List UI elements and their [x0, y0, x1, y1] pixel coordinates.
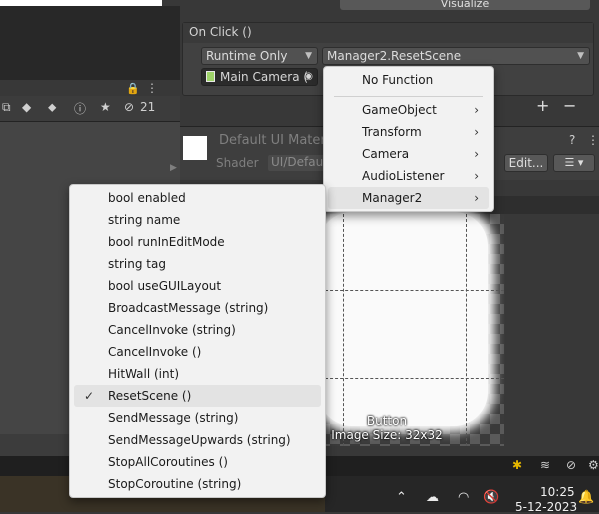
gizmo-icon[interactable]: ⧉: [2, 100, 11, 115]
more-options-icon[interactable]: ⋮: [146, 81, 158, 95]
chevron-up-icon[interactable]: ⌃: [396, 490, 407, 505]
script-file-icon: [206, 71, 215, 82]
runtime-only-dropdown[interactable]: Runtime Only ▼: [201, 47, 318, 65]
menu-item-broadcastmessage[interactable]: BroadcastMessage (string): [74, 297, 321, 319]
shader-options-button[interactable]: ☰ ▾: [553, 154, 595, 172]
menu-item-cancelinvoke[interactable]: CancelInvoke (): [74, 341, 321, 363]
target-object-label: Main Camera (: [220, 70, 309, 84]
info-icon[interactable]: ⓘ: [74, 100, 86, 117]
menu-item-label: string tag: [108, 257, 166, 271]
component-menu: No Function GameObject › Transform › Cam…: [323, 66, 494, 212]
help-icon[interactable]: ?: [569, 133, 575, 147]
menu-item-label: CancelInvoke (string): [108, 323, 236, 337]
menu-item-audiolistener[interactable]: AudioListener ›: [328, 165, 489, 187]
speaker-muted-icon[interactable]: 🔇: [483, 490, 499, 505]
chevron-right-icon: ›: [474, 147, 479, 161]
shader-label: Shader: [216, 156, 259, 170]
target-object-field[interactable]: Main Camera ( ◉: [201, 68, 318, 86]
menu-item-resetscene[interactable]: ✓ ResetScene (): [74, 385, 321, 407]
scene-toolbar: ⧉ ◆ ⬥ ⓘ ★ ⊘ 21: [0, 96, 180, 122]
menu-item-string-tag[interactable]: string tag: [74, 253, 321, 275]
menu-item-label: string name: [108, 213, 181, 227]
shapes-icon[interactable]: ◆: [22, 100, 31, 114]
chevron-right-icon: ›: [474, 125, 479, 139]
material-name: Default UI Mater: [219, 133, 326, 148]
menu-item-bool-useguilayout[interactable]: bool useGUILayout: [74, 275, 321, 297]
lock-icon[interactable]: 🔒: [126, 82, 140, 95]
menu-item-manager2[interactable]: Manager2 ›: [328, 187, 489, 209]
more-options-icon[interactable]: ⋮: [587, 133, 599, 147]
chevron-right-icon: ›: [474, 169, 479, 183]
menu-item-label: SendMessage (string): [108, 411, 239, 425]
slice-guide: [466, 214, 467, 446]
remove-event-button[interactable]: −: [563, 96, 576, 115]
menu-item-camera[interactable]: Camera ›: [328, 143, 489, 165]
function-menu: bool enabled string name bool runInEditM…: [69, 184, 326, 498]
material-thumbnail: [183, 136, 207, 160]
menu-item-label: bool useGUILayout: [108, 279, 222, 293]
top-left-panel: [0, 6, 180, 80]
menu-item-label: AudioListener: [362, 169, 445, 183]
menu-item-bool-runineditmode[interactable]: bool runInEditMode: [74, 231, 321, 253]
eye-hidden-icon[interactable]: ⊘: [124, 100, 134, 114]
wifi-icon[interactable]: ◠: [458, 490, 469, 505]
hidden-count: 21: [140, 100, 156, 114]
on-click-header: On Click (): [183, 23, 593, 43]
foldout-arrow-icon[interactable]: ▶: [170, 163, 177, 173]
menu-item-bool-enabled[interactable]: bool enabled: [74, 187, 321, 209]
star-icon[interactable]: ★: [100, 100, 111, 114]
menu-item-label: HitWall (int): [108, 367, 180, 381]
chevron-down-icon: ▼: [577, 51, 584, 61]
menu-item-label: Transform: [362, 125, 422, 139]
menu-item-no-function[interactable]: No Function: [328, 69, 489, 91]
menu-item-label: Camera: [362, 147, 410, 161]
hidden-icon[interactable]: ⊘: [566, 458, 576, 472]
menu-item-label: No Function: [362, 73, 434, 87]
menu-item-cancelinvoke-string[interactable]: CancelInvoke (string): [74, 319, 321, 341]
method-label: Manager2.ResetScene: [327, 49, 462, 63]
settings-icon[interactable]: ⚙: [588, 458, 599, 472]
visualize-button[interactable]: Visualize: [340, 0, 590, 10]
method-dropdown[interactable]: Manager2.ResetScene ▼: [322, 47, 590, 65]
checkmark-icon: ✓: [84, 389, 95, 403]
slice-guide: [343, 214, 344, 446]
menu-item-label: bool enabled: [108, 191, 186, 205]
menu-item-stopcoroutine[interactable]: StopCoroutine (string): [74, 473, 321, 495]
menu-item-transform[interactable]: Transform ›: [328, 121, 489, 143]
menu-item-sendmessage[interactable]: SendMessage (string): [74, 407, 321, 429]
clock-time[interactable]: 10:25: [540, 485, 575, 499]
menu-item-label: StopAllCoroutines (): [108, 455, 228, 469]
layers-icon[interactable]: ≋: [540, 458, 550, 472]
menu-item-label: BroadcastMessage (string): [108, 301, 269, 315]
chevron-right-icon: ›: [474, 191, 479, 205]
runtime-only-label: Runtime Only: [206, 49, 288, 63]
chevron-down-icon: ▼: [305, 51, 312, 61]
menu-item-label: CancelInvoke (): [108, 345, 202, 359]
shader-dropdown[interactable]: UI/Defau: [268, 155, 326, 171]
menu-item-label: ResetScene (): [108, 389, 192, 403]
object-picker-icon[interactable]: ◉: [304, 69, 313, 85]
menu-item-stopallcoroutines[interactable]: StopAllCoroutines (): [74, 451, 321, 473]
menu-item-label: Manager2: [362, 191, 423, 205]
menu-item-label: GameObject: [362, 103, 437, 117]
menu-item-hitwall[interactable]: HitWall (int): [74, 363, 321, 385]
preview-title: Button: [366, 414, 408, 428]
slice-guide: [320, 378, 504, 379]
menu-item-label: bool runInEditMode: [108, 235, 225, 249]
preview-image-size: Image Size: 32x32: [331, 428, 443, 442]
cloud-icon[interactable]: ☁: [426, 490, 439, 505]
menu-separator: [334, 96, 483, 97]
tag-icon[interactable]: ⬥: [48, 100, 56, 115]
notification-bell-icon[interactable]: 🔔: [578, 490, 594, 505]
menu-item-label: SendMessageUpwards (string): [108, 433, 291, 447]
menu-item-sendmessageupwards[interactable]: SendMessageUpwards (string): [74, 429, 321, 451]
menu-item-label: StopCoroutine (string): [108, 477, 242, 491]
slice-guide: [320, 290, 504, 291]
edit-shader-button[interactable]: Edit...: [504, 154, 548, 172]
chevron-right-icon: ›: [474, 103, 479, 117]
menu-item-string-name[interactable]: string name: [74, 209, 321, 231]
add-event-button[interactable]: +: [536, 96, 549, 115]
bug-icon[interactable]: ✱: [512, 458, 522, 472]
menu-item-gameobject[interactable]: GameObject ›: [328, 99, 489, 121]
